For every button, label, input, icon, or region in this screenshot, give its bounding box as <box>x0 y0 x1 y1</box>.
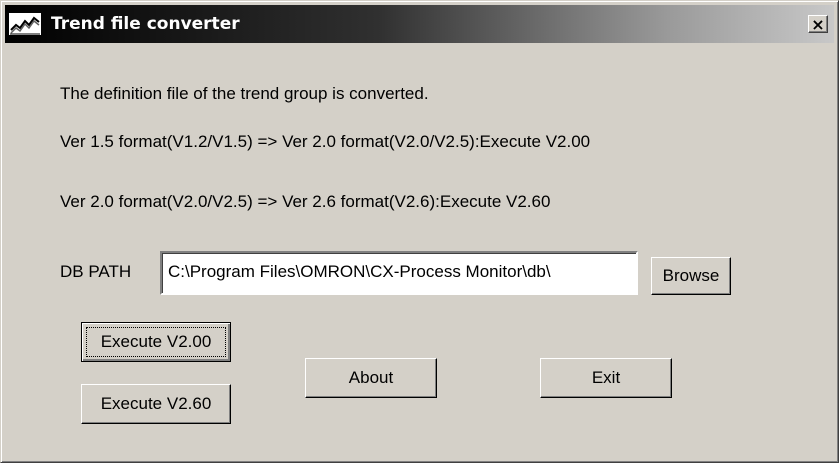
db-path-label: DB PATH <box>60 262 132 281</box>
browse-button[interactable]: Browse <box>651 257 731 295</box>
close-icon: × <box>811 15 825 34</box>
conversion-v200-text: Ver 1.5 format(V1.2/V1.5) => Ver 2.0 for… <box>60 132 591 151</box>
description-text: The definition file of the trend group i… <box>60 84 429 103</box>
window-title: Trend file converter <box>51 14 240 34</box>
title-bar[interactable]: Trend file converter × <box>5 5 834 43</box>
exit-button[interactable]: Exit <box>540 358 672 398</box>
execute-v200-button[interactable]: Execute V2.00 <box>81 322 231 362</box>
execute-v260-button[interactable]: Execute V2.60 <box>81 384 231 424</box>
execute-v260-button-label: Execute V2.60 <box>100 394 212 413</box>
exit-button-label: Exit <box>591 368 621 387</box>
about-button[interactable]: About <box>305 358 437 398</box>
trend-file-converter-window: Trend file converter × The definition fi… <box>0 0 839 463</box>
browse-button-label: Browse <box>662 266 720 285</box>
execute-v200-button-label: Execute V2.00 <box>100 332 212 351</box>
about-button-label: About <box>348 368 394 387</box>
conversion-v260-text: Ver 2.0 format(V2.0/V2.5) => Ver 2.6 for… <box>60 192 551 211</box>
db-path-input[interactable]: C:\Program Files\OMRON\CX-Process Monito… <box>160 251 638 295</box>
trend-chart-icon <box>9 13 41 35</box>
close-button[interactable]: × <box>808 15 828 33</box>
